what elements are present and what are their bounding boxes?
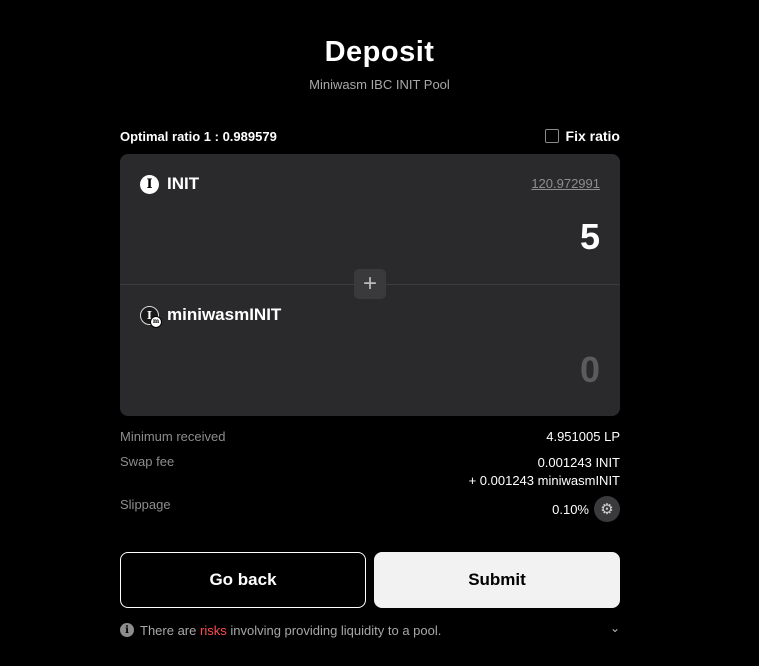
miniwasm-amount-input[interactable]	[300, 349, 600, 391]
go-back-button[interactable]: Go back	[120, 552, 366, 608]
pool-subtitle: Miniwasm IBC INIT Pool	[309, 77, 450, 92]
token-init-header[interactable]: I INIT	[140, 174, 199, 194]
slippage-value-group: 0.10% ⚙	[552, 496, 620, 522]
token-miniwasm-header[interactable]: Im miniwasmINIT	[140, 305, 282, 328]
min-received-unit: LP	[604, 429, 620, 444]
risk-notice: i There are risks involving providing li…	[120, 621, 620, 639]
min-received-row: Minimum received 4.951005 LP	[120, 429, 620, 444]
init-balance-link[interactable]: 120.972991	[531, 176, 600, 191]
ratio-row: Optimal ratio 1 : 0.989579 Fix ratio	[120, 127, 620, 145]
page-title: Deposit	[324, 36, 435, 68]
slippage-value: 0.10%	[552, 501, 589, 517]
submit-button[interactable]: Submit	[374, 552, 620, 608]
slippage-row: Slippage 0.10% ⚙	[120, 496, 620, 522]
init-amount-input[interactable]	[300, 216, 600, 258]
plus-icon: +	[354, 269, 386, 299]
miniwasm-init-token-icon: Im	[140, 305, 162, 328]
swap-fee-values: 0.001243 INIT + 0.001243 miniwasmINIT	[469, 454, 620, 490]
fix-ratio-toggle[interactable]: Fix ratio	[544, 128, 620, 144]
token-miniwasm-symbol: miniwasmINIT	[167, 305, 282, 324]
init-token-icon: I	[140, 174, 159, 194]
gear-icon[interactable]: ⚙	[594, 496, 620, 522]
swap-fee-2-unit: miniwasmINIT	[537, 473, 620, 488]
swap-fee-1-value: 0.001243	[537, 455, 592, 470]
swap-fee-1-unit: INIT	[595, 455, 620, 470]
deposit-card: I INIT 120.972991 + Im miniwasmINIT	[120, 154, 620, 416]
chevron-down-icon[interactable]: ⌄	[610, 621, 620, 635]
slippage-label: Slippage	[120, 497, 171, 512]
swap-fee-2-prefix: +	[468, 473, 477, 488]
min-received-label: Minimum received	[120, 429, 226, 444]
risk-prefix: There are	[140, 622, 197, 638]
min-received-value-group: 4.951005 LP	[546, 429, 620, 444]
swap-fee-label: Swap fee	[120, 454, 175, 469]
fix-ratio-label: Fix ratio	[565, 128, 620, 144]
fix-ratio-checkbox[interactable]	[544, 129, 559, 143]
optimal-ratio-label: Optimal ratio 1 : 0.989579	[120, 128, 277, 144]
risk-highlight: risks	[200, 622, 227, 638]
swap-fee-row: Swap fee 0.001243 INIT + 0.001243 miniwa…	[120, 454, 620, 490]
token-init-symbol: INIT	[167, 174, 200, 193]
info-icon: i	[120, 623, 134, 637]
swap-fee-2-value: 0.001243	[479, 473, 535, 488]
risk-suffix: involving providing liquidity to a pool.	[230, 622, 442, 638]
min-received-value: 4.951005	[546, 429, 601, 444]
